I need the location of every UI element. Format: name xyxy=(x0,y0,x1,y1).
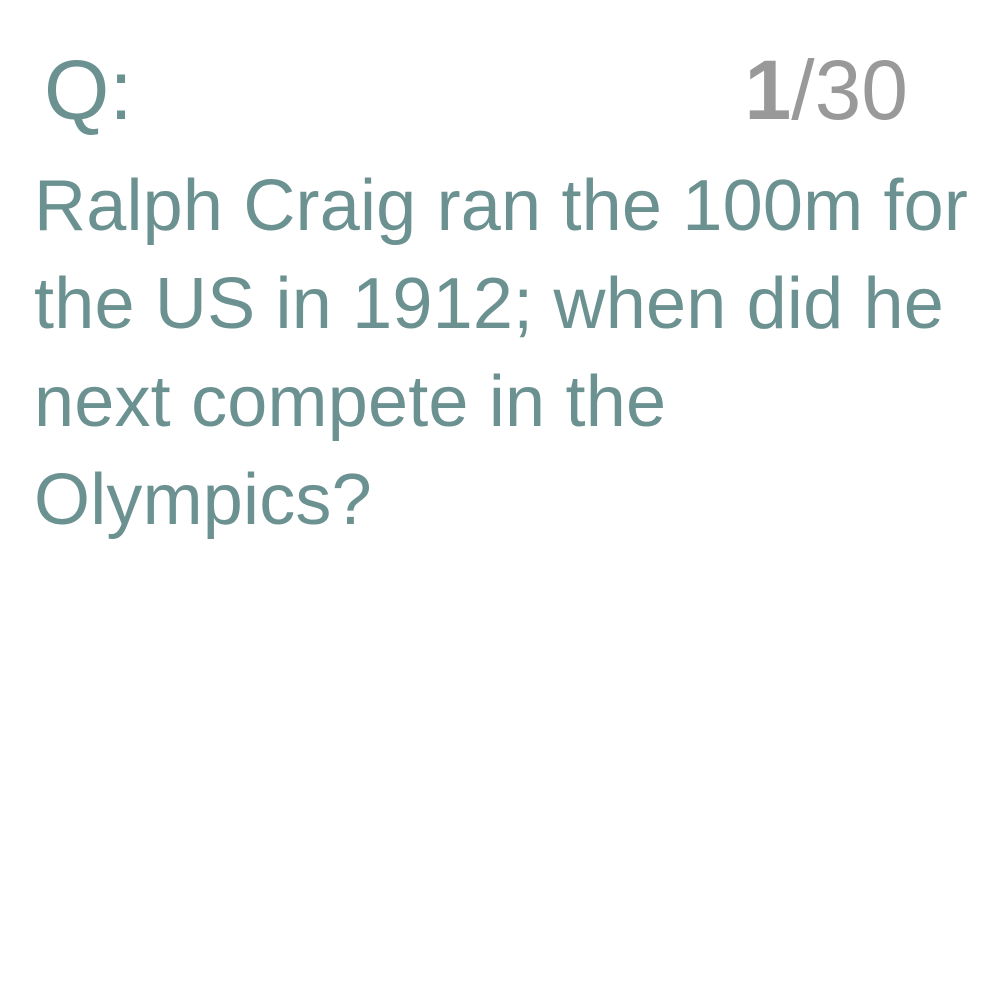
question-text: Ralph Craig ran the 100m for the US in 1… xyxy=(34,166,969,540)
counter-current: 1 xyxy=(744,43,792,137)
counter-separator: / xyxy=(791,43,815,137)
flashcard: Q: 1/30 Ralph Craig ran the 100m for the… xyxy=(0,0,1000,999)
counter-total: 30 xyxy=(814,43,908,137)
question-counter: 1/30 xyxy=(745,42,909,138)
question-label: Q: xyxy=(44,43,133,137)
